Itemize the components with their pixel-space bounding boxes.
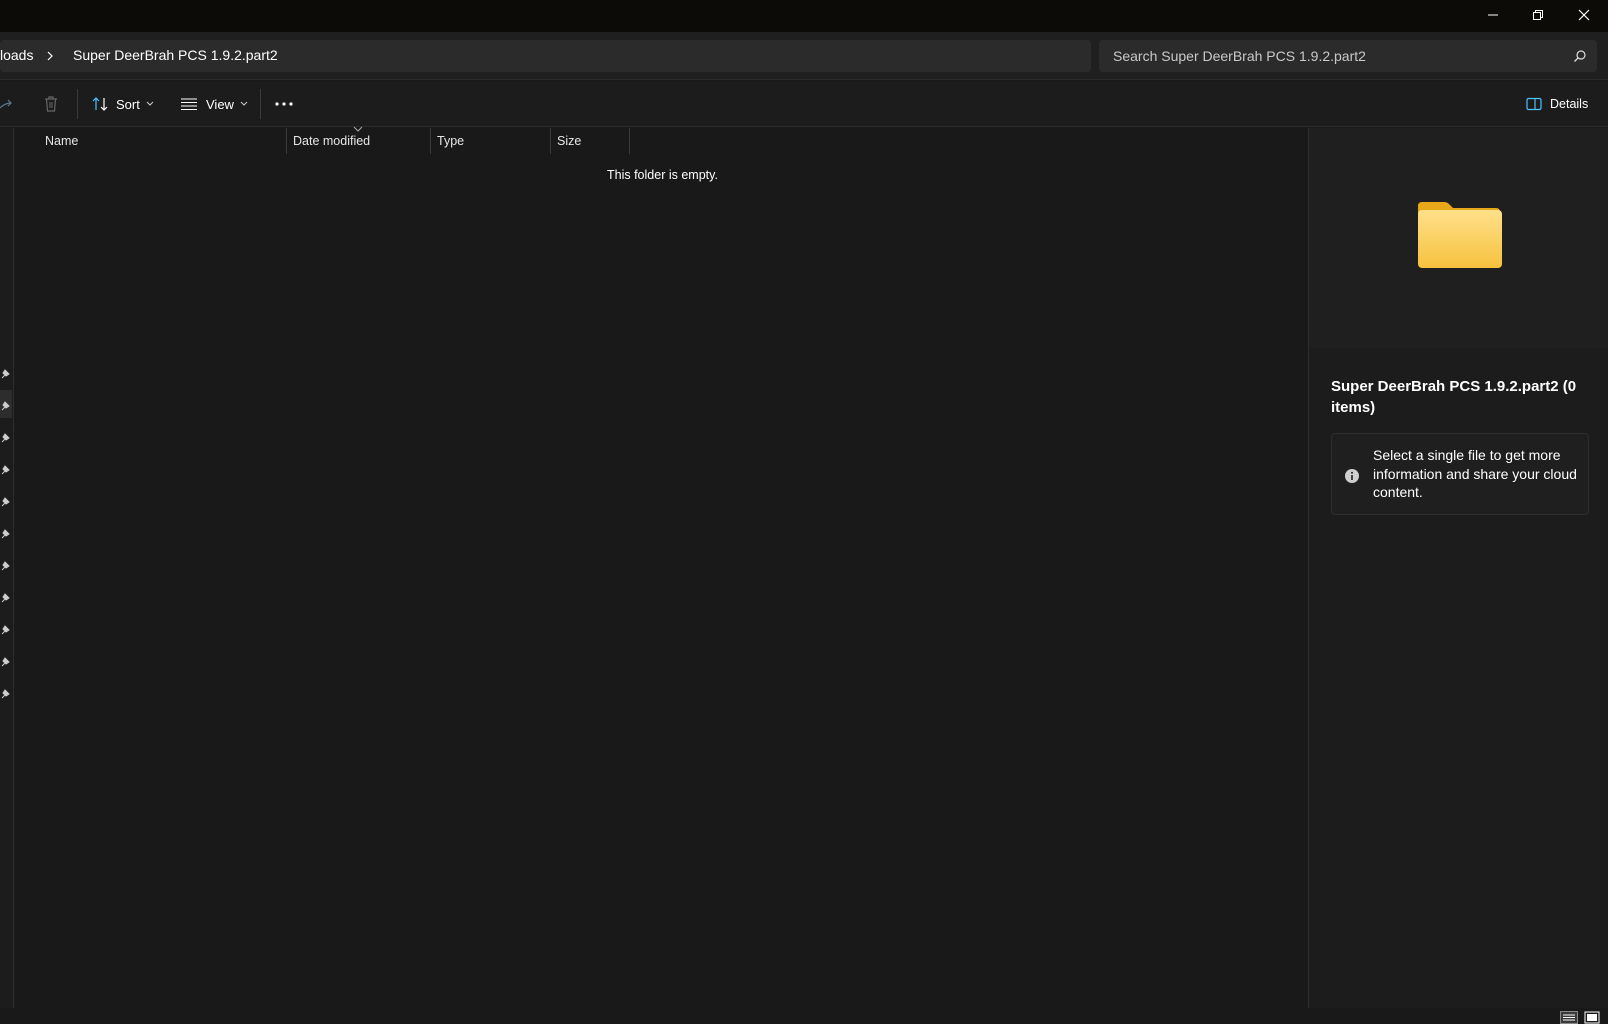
column-divider[interactable]	[629, 128, 630, 154]
column-header-size[interactable]: Size	[557, 128, 632, 154]
chevron-right-icon[interactable]	[45, 49, 55, 65]
restore-button[interactable]	[1515, 0, 1561, 30]
info-box: Select a single file to get more informa…	[1331, 433, 1589, 515]
details-pane-button[interactable]: Details	[1526, 91, 1588, 117]
chevron-down-icon	[146, 101, 154, 106]
pin-icon	[1, 625, 10, 635]
pin-icon	[1, 369, 10, 379]
preview-area	[1309, 128, 1608, 348]
close-button[interactable]	[1561, 0, 1607, 30]
toolbar-divider	[260, 89, 261, 119]
status-bar	[0, 1008, 1608, 1024]
pin-icon	[1, 561, 10, 571]
details-title: Super DeerBrah PCS 1.9.2.part2 (0 items)	[1331, 378, 1577, 416]
title-bar	[0, 0, 1608, 32]
column-divider[interactable]	[430, 128, 431, 154]
pin-icon	[1, 465, 10, 475]
column-name-label: Name	[45, 134, 79, 148]
pin-icon	[1, 497, 10, 507]
sort-button[interactable]: Sort	[92, 91, 155, 117]
command-bar: Sort View Details	[0, 81, 1608, 127]
info-message: Select a single file to get more informa…	[1373, 447, 1577, 500]
list-view-icon	[181, 98, 197, 110]
column-type-label: Type	[437, 134, 465, 148]
pin-icon	[1, 657, 10, 667]
details-pane: Super DeerBrah PCS 1.9.2.part2 (0 items)…	[1308, 128, 1608, 1008]
column-header-type[interactable]: Type	[437, 128, 552, 154]
column-divider[interactable]	[550, 128, 551, 154]
close-icon	[1578, 9, 1590, 21]
column-header-date-modified[interactable]: Date modified	[293, 128, 433, 154]
search-box[interactable]: Search Super DeerBrah PCS 1.9.2.part2	[1099, 40, 1597, 72]
column-size-label: Size	[557, 134, 582, 148]
info-icon	[1345, 469, 1359, 483]
minimize-button[interactable]	[1470, 0, 1516, 30]
pin-icon	[1, 689, 10, 699]
search-input[interactable]: Search Super DeerBrah PCS 1.9.2.part2	[1113, 48, 1366, 64]
pin-icon	[1, 401, 10, 411]
view-button[interactable]: View	[180, 91, 249, 117]
minimize-icon	[1488, 14, 1498, 16]
details-pane-icon	[1526, 97, 1542, 111]
search-icon[interactable]	[1573, 49, 1587, 66]
breadcrumb-downloads[interactable]: loads	[0, 47, 33, 63]
share-icon[interactable]	[0, 91, 12, 117]
view-label: View	[206, 96, 234, 112]
more-icon	[275, 102, 293, 106]
toolbar-divider	[77, 89, 78, 119]
file-list[interactable]: Name Date modified Type Size This folder…	[14, 126, 1307, 1008]
column-date-label: Date modified	[293, 134, 371, 148]
pin-icon	[1, 433, 10, 443]
chevron-down-icon	[240, 101, 248, 106]
sort-label: Sort	[116, 96, 140, 112]
navigation-pane[interactable]	[0, 128, 14, 1008]
breadcrumb[interactable]: loads Super DeerBrah PCS 1.9.2.part2	[0, 40, 1091, 72]
details-label: Details	[1550, 97, 1589, 111]
tiles-view-icon[interactable]	[1584, 1011, 1600, 1024]
column-header-name[interactable]: Name	[45, 128, 295, 154]
delete-icon[interactable]	[43, 91, 59, 117]
address-bar: loads Super DeerBrah PCS 1.9.2.part2 Sea…	[0, 32, 1608, 80]
more-options-button[interactable]	[274, 91, 294, 117]
pin-icon	[1, 529, 10, 539]
sort-icon	[92, 97, 108, 111]
details-view-icon[interactable]	[1560, 1011, 1578, 1024]
sort-indicator-icon	[353, 126, 363, 132]
pin-icon	[1, 593, 10, 603]
column-divider[interactable]	[286, 128, 287, 154]
breadcrumb-current-folder[interactable]: Super DeerBrah PCS 1.9.2.part2	[73, 47, 278, 63]
restore-icon	[1533, 10, 1543, 20]
empty-folder-message: This folder is empty.	[607, 168, 718, 182]
folder-icon	[1418, 202, 1502, 268]
